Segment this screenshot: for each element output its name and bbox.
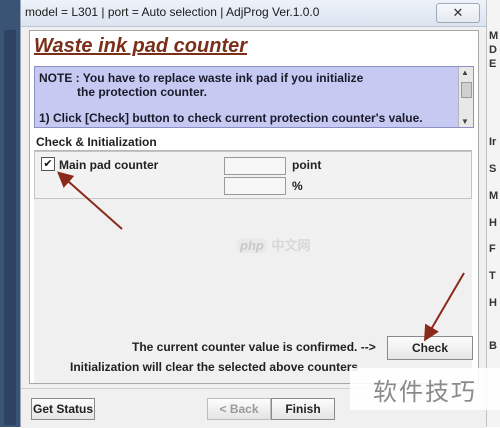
back-button[interactable]: < Back bbox=[207, 398, 271, 420]
background-window-right: M D E Ir S M H F T H B bbox=[486, 0, 500, 427]
corner-watermark: 软件技巧 bbox=[350, 368, 500, 410]
close-icon: ✕ bbox=[452, 5, 464, 20]
main-pad-counter-label: Main pad counter bbox=[59, 158, 159, 172]
background-window-left-inner bbox=[4, 30, 16, 425]
percent-value-field bbox=[224, 177, 286, 195]
point-unit: point bbox=[292, 158, 322, 172]
section-label: Check & Initialization bbox=[36, 135, 157, 149]
scroll-up-icon[interactable]: ▲ bbox=[461, 68, 469, 77]
right-panel-letter: T bbox=[489, 270, 496, 282]
note-line-3: 1) Click [Check] button to check current… bbox=[39, 111, 423, 125]
get-status-button[interactable]: Get Status bbox=[31, 398, 95, 420]
point-value-field bbox=[224, 157, 286, 175]
right-panel-letter: B bbox=[489, 340, 497, 352]
right-panel-letter: H bbox=[489, 217, 497, 229]
percent-unit: % bbox=[292, 179, 303, 193]
right-panel-letter: M bbox=[489, 190, 499, 202]
page-title: Waste ink pad counter bbox=[34, 35, 248, 57]
note-box: NOTE : You have to replace waste ink pad… bbox=[34, 66, 474, 128]
main-panel: Waste ink pad counter NOTE : You have to… bbox=[29, 30, 479, 384]
title-bar[interactable]: model = L301 | port = Auto selection | A… bbox=[21, 0, 486, 27]
init-text: Initialization will clear the selected a… bbox=[70, 360, 359, 374]
scroll-down-icon[interactable]: ▼ bbox=[461, 117, 469, 126]
right-panel-letter: D bbox=[489, 44, 497, 56]
check-button[interactable]: Check bbox=[387, 336, 473, 360]
confirm-text: The current counter value is confirmed. … bbox=[132, 340, 376, 354]
scroll-thumb[interactable] bbox=[461, 82, 472, 98]
main-pad-checkbox[interactable]: ✔ bbox=[41, 157, 55, 171]
adjprog-dialog: model = L301 | port = Auto selection | A… bbox=[20, 0, 487, 428]
note-line-1: NOTE : You have to replace waste ink pad… bbox=[39, 71, 364, 85]
window-title: model = L301 | port = Auto selection | A… bbox=[25, 5, 320, 19]
finish-button[interactable]: Finish bbox=[271, 398, 335, 420]
right-panel-letter: H bbox=[489, 297, 497, 309]
php-watermark-text: 中文网 bbox=[271, 238, 311, 253]
right-panel-letter: F bbox=[489, 243, 496, 255]
right-panel-letter: M bbox=[489, 30, 499, 42]
right-panel-letter: S bbox=[489, 163, 497, 175]
right-panel-letter: E bbox=[489, 58, 497, 70]
right-panel-letter: Ir bbox=[489, 136, 497, 148]
php-watermark: php 中文网 bbox=[236, 235, 310, 254]
background-window-left bbox=[0, 0, 20, 427]
checkmark-icon: ✔ bbox=[43, 158, 53, 170]
note-line-2: the protection counter. bbox=[77, 85, 208, 99]
counter-row: ✔ Main pad counter point % bbox=[34, 151, 472, 199]
php-logo-text: php bbox=[236, 238, 268, 253]
close-button[interactable]: ✕ bbox=[436, 3, 480, 23]
note-scrollbar[interactable]: ▲ ▼ bbox=[458, 67, 473, 127]
